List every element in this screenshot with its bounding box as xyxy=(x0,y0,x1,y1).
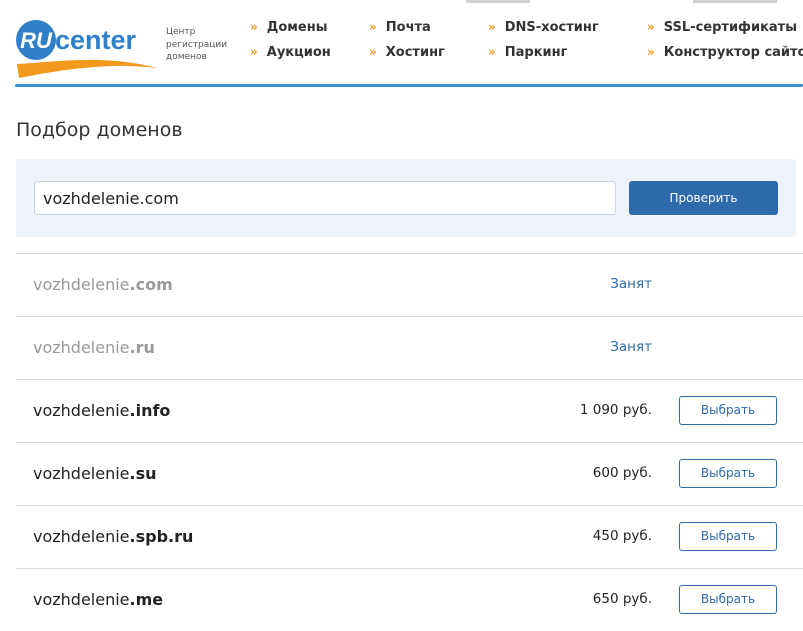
price: 450 руб. xyxy=(592,528,652,544)
nav-ssl[interactable]: » SSL-сертификаты xyxy=(647,20,797,35)
nav-site-builder[interactable]: » Конструктор сайтов xyxy=(647,45,803,60)
domain-name: vozhdelenie.ru xyxy=(33,338,155,357)
nav-domains[interactable]: » Домены xyxy=(250,20,327,35)
status-taken-link[interactable]: Занят xyxy=(610,339,652,355)
nav-arrow-icon: » xyxy=(369,20,377,34)
nav-label: SSL-сертификаты xyxy=(663,20,797,35)
results-list: vozhdelenie.com Занят vozhdelenie.ru Зан… xyxy=(16,253,803,631)
nav-label: Паркинг xyxy=(504,45,568,60)
nav-parking[interactable]: » Паркинг xyxy=(488,45,567,60)
select-button[interactable]: Выбрать xyxy=(679,585,777,614)
nav-hosting[interactable]: » Хостинг xyxy=(369,45,445,60)
price: 1 090 руб. xyxy=(579,402,652,418)
nav-arrow-icon: » xyxy=(250,45,258,59)
nav-label: Домены xyxy=(266,20,328,35)
nav-label: Аукцион xyxy=(266,45,331,60)
status-taken-link[interactable]: Занят xyxy=(610,276,652,292)
site-header: RU center Центр регистрации доменов » Дом… xyxy=(0,0,803,90)
tagline-line: регистрации xyxy=(166,39,228,50)
domain-tld: .su xyxy=(129,464,157,483)
domain-base: vozhdelenie xyxy=(33,590,130,609)
price: 600 руб. xyxy=(592,465,652,481)
result-row: vozhdelenie.com Занят xyxy=(16,253,803,316)
result-row: vozhdelenie.su 600 руб. Выбрать xyxy=(16,442,803,505)
domain-base: vozhdelenie xyxy=(33,338,130,357)
domain-base: vozhdelenie xyxy=(33,527,130,546)
domain-tld: .info xyxy=(129,401,171,420)
nav-dns-hosting[interactable]: » DNS-хостинг xyxy=(488,20,599,35)
domain-tld: .com xyxy=(129,275,173,294)
result-row: vozhdelenie.ru Занят xyxy=(16,316,803,379)
page-title: Подбор доменов xyxy=(16,119,183,141)
domain-name: vozhdelenie.com xyxy=(33,275,173,294)
logo-tagline: Центр регистрации доменов xyxy=(166,26,246,64)
nav-arrow-icon: » xyxy=(488,20,496,34)
nav-arrow-icon: » xyxy=(647,45,655,59)
result-row: vozhdelenie.info 1 090 руб. Выбрать xyxy=(16,379,803,442)
select-button[interactable]: Выбрать xyxy=(679,459,777,488)
domain-tld: .me xyxy=(129,590,164,609)
nav-mail[interactable]: » Почта xyxy=(369,20,431,35)
domain-tld: .spb.ru xyxy=(129,527,194,546)
domain-name: vozhdelenie.spb.ru xyxy=(33,527,193,546)
tagline-line: Центр xyxy=(166,27,196,37)
nav-label: DNS-хостинг xyxy=(504,20,599,35)
nav-arrow-icon: » xyxy=(369,45,377,59)
ru-center-logo[interactable]: RU center xyxy=(15,18,160,80)
domain-name: vozhdelenie.su xyxy=(33,464,157,483)
domain-base: vozhdelenie xyxy=(33,464,130,483)
domain-base: vozhdelenie xyxy=(33,275,130,294)
nav-auction[interactable]: » Аукцион xyxy=(250,45,331,60)
nav-label: Конструктор сайтов xyxy=(663,45,803,60)
domain-tld: .ru xyxy=(129,338,155,357)
domain-name: vozhdelenie.me xyxy=(33,590,163,609)
nav-label: Хостинг xyxy=(385,45,445,60)
result-row: vozhdelenie.spb.ru 450 руб. Выбрать xyxy=(16,505,803,568)
select-button[interactable]: Выбрать xyxy=(679,522,777,551)
domain-search-input[interactable] xyxy=(34,181,616,215)
header-divider xyxy=(15,84,803,87)
top-tab[interactable] xyxy=(466,0,530,3)
nav-label: Почта xyxy=(385,20,431,35)
check-button[interactable]: Проверить xyxy=(629,181,778,215)
nav-arrow-icon: » xyxy=(647,20,655,34)
nav-arrow-icon: » xyxy=(488,45,496,59)
nav-arrow-icon: » xyxy=(250,20,258,34)
tagline-line: доменов xyxy=(166,52,207,62)
logo-ru-text: RU xyxy=(20,28,53,53)
select-button[interactable]: Выбрать xyxy=(679,396,777,425)
domain-name: vozhdelenie.info xyxy=(33,401,170,420)
logo-center-text: center xyxy=(55,25,137,55)
result-row: vozhdelenie.me 650 руб. Выбрать xyxy=(16,568,803,631)
domain-base: vozhdelenie xyxy=(33,401,130,420)
top-tab[interactable] xyxy=(693,0,777,3)
